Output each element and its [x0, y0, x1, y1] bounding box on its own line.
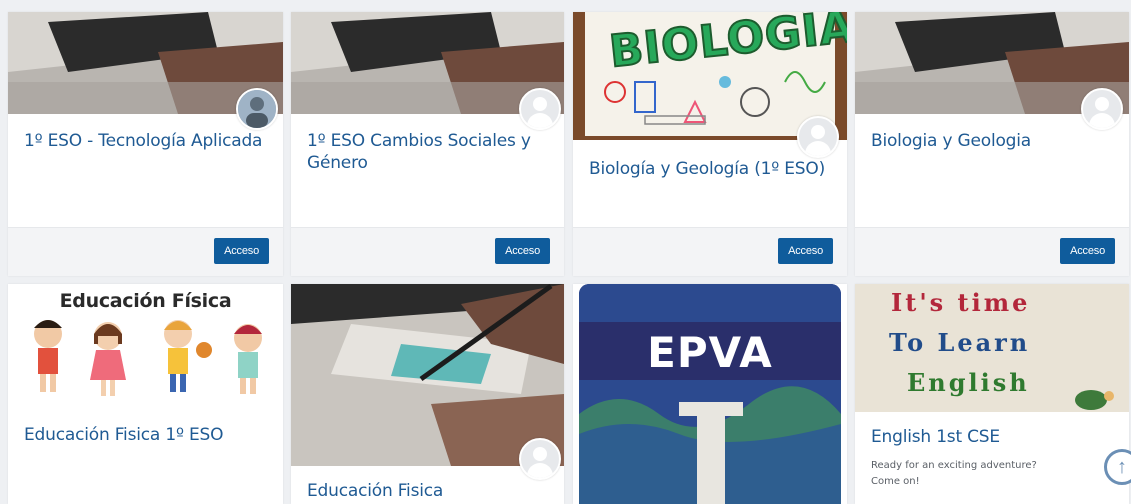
description-line-2: Come on!	[871, 476, 920, 487]
course-card-cambios-sociales[interactable]: 1º ESO Cambios Sociales y Género Acceso	[291, 12, 564, 276]
course-description: Ready for an exciting adventure? Come on…	[871, 458, 1109, 490]
course-title[interactable]: English 1st CSE	[871, 426, 1111, 448]
access-button[interactable]: Acceso	[214, 238, 269, 264]
course-card-english[interactable]: It's time To Learn English English 1st C…	[855, 284, 1129, 504]
course-thumbnail[interactable]: Educación Física	[8, 284, 283, 410]
course-thumbnail[interactable]	[291, 284, 564, 466]
course-thumbnail[interactable]: It's time To Learn English	[855, 284, 1129, 412]
card-footer: Acceso	[855, 227, 1129, 276]
access-button[interactable]: Acceso	[1060, 238, 1115, 264]
teacher-avatar	[1081, 88, 1123, 130]
course-thumbnail[interactable]: EPVA	[579, 284, 841, 504]
course-card-tecnologia[interactable]: 1º ESO - Tecnología Aplicada Acceso	[8, 12, 283, 276]
description-line-1: Ready for an exciting adventure?	[871, 460, 1037, 471]
card-footer: Acceso	[8, 227, 283, 276]
course-title[interactable]: Biología y Geología (1º ESO)	[589, 158, 829, 180]
teacher-avatar	[797, 116, 839, 158]
course-card-epva[interactable]: EPVA	[573, 284, 847, 504]
biology-illustration: BIOLOGÍA	[585, 12, 847, 136]
course-title[interactable]: Educación Fisica	[307, 480, 546, 502]
course-title[interactable]: 1º ESO - Tecnología Aplicada	[24, 130, 265, 152]
epva-image-text: EPVA	[647, 328, 773, 377]
course-card-educacion-fisica-1eso[interactable]: Educación Física Educación Fisica 1º ESO	[8, 284, 283, 504]
course-title[interactable]: 1º ESO Cambios Sociales y Género	[307, 130, 546, 174]
access-button[interactable]: Acceso	[778, 238, 833, 264]
epva-illustration	[579, 284, 841, 504]
teacher-avatar	[519, 438, 561, 480]
arrow-up-icon: ↑	[1117, 455, 1127, 478]
course-card-biologia-geologia[interactable]: Biologia y Geologia Acceso	[855, 12, 1129, 276]
course-card-educacion-fisica[interactable]: Educación Fisica	[291, 284, 564, 504]
course-title[interactable]: Biologia y Geologia	[871, 130, 1111, 152]
teacher-avatar	[519, 88, 561, 130]
turtle-illustration	[1075, 390, 1114, 410]
card-footer: Acceso	[573, 227, 847, 276]
kids-illustration	[34, 320, 262, 396]
teacher-avatar	[236, 88, 278, 130]
access-button[interactable]: Acceso	[495, 238, 550, 264]
course-title[interactable]: Educación Fisica 1º ESO	[24, 424, 265, 446]
course-card-biologia-1eso[interactable]: BIOLOGÍA Biología y Geología (1º ESO) Ac…	[573, 12, 847, 276]
card-footer: Acceso	[291, 227, 564, 276]
